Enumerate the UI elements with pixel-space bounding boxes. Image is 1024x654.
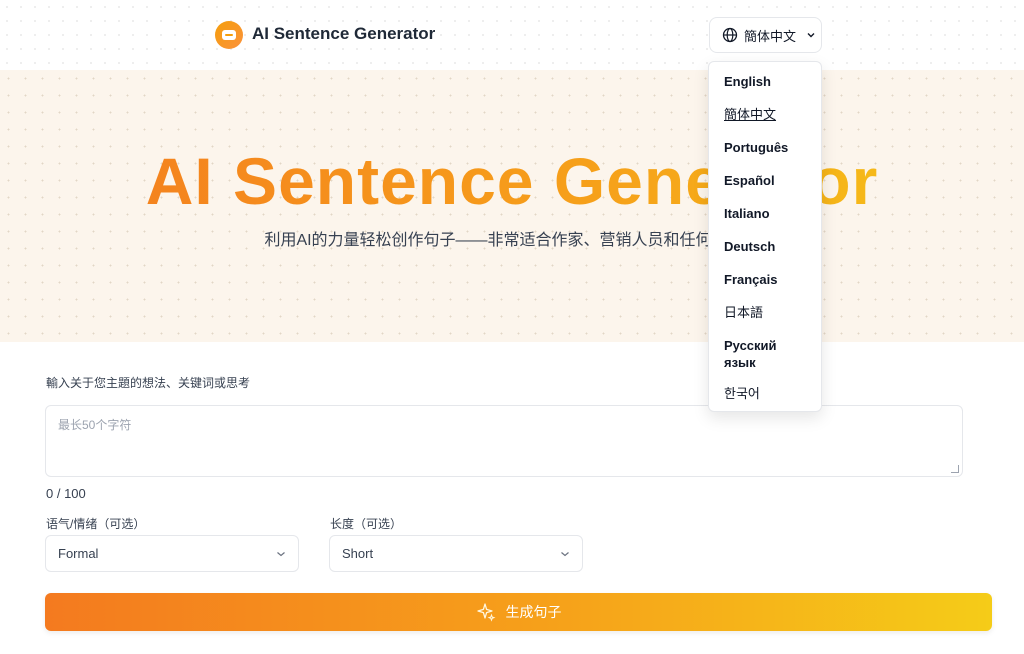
language-selector-button[interactable]: 簡体中文 xyxy=(709,17,822,53)
language-option-russian[interactable]: Русский язык xyxy=(709,337,789,371)
length-label: 长度（可选） xyxy=(330,517,403,531)
length-select-value: Short xyxy=(342,546,374,561)
hero-subtitle: 利用AI的力量轻松创作句子——非常适合作家、营销人员和任何创作者 xyxy=(264,232,760,249)
brand-name[interactable]: AI Sentence Generator xyxy=(252,24,435,44)
language-option-german[interactable]: Deutsch xyxy=(709,238,821,255)
language-option-simplified-chinese[interactable]: 簡体中文 xyxy=(709,106,821,123)
generate-button[interactable]: 生成句子 xyxy=(45,593,992,631)
sparkle-icon xyxy=(476,603,495,622)
idea-placeholder: 最长50个字符 xyxy=(58,418,132,432)
tone-select[interactable]: Formal xyxy=(45,535,299,572)
idea-textarea[interactable]: 最长50个字符 xyxy=(45,405,963,477)
language-option-spanish[interactable]: Español xyxy=(709,172,821,189)
language-button-label: 簡体中文 xyxy=(744,28,797,44)
tone-label: 语气/情绪（可选） xyxy=(46,517,146,531)
logo-icon[interactable] xyxy=(215,21,243,49)
chevron-down-icon xyxy=(277,552,285,557)
site-header: AI Sentence Generator 簡体中文 xyxy=(0,0,1024,70)
chevron-down-icon xyxy=(561,552,569,557)
hero-section: AI Sentence Generator 利用AI的力量轻松创作句子——非常适… xyxy=(0,70,1024,342)
language-option-italian[interactable]: Italiano xyxy=(709,205,821,222)
globe-icon xyxy=(722,27,738,43)
hero-title: AI Sentence Generator xyxy=(0,143,1024,219)
language-option-japanese[interactable]: 日本語 xyxy=(709,304,821,321)
resize-handle[interactable] xyxy=(951,465,959,473)
length-select[interactable]: Short xyxy=(329,535,583,572)
idea-input-label: 輸入关于您主題的想法、关键词或思考 xyxy=(46,376,251,390)
language-option-english[interactable]: English xyxy=(709,73,821,90)
tone-select-value: Formal xyxy=(58,546,99,561)
language-option-korean[interactable]: 한국어 xyxy=(709,385,821,402)
chevron-down-icon xyxy=(807,33,815,38)
language-dropdown-menu: English 簡体中文 Português Español Italiano … xyxy=(708,61,822,412)
language-option-french[interactable]: Français xyxy=(709,271,821,288)
language-option-portuguese[interactable]: Português xyxy=(709,139,821,156)
generate-button-label: 生成句子 xyxy=(505,604,562,620)
character-counter: 0 / 100 xyxy=(46,486,86,501)
